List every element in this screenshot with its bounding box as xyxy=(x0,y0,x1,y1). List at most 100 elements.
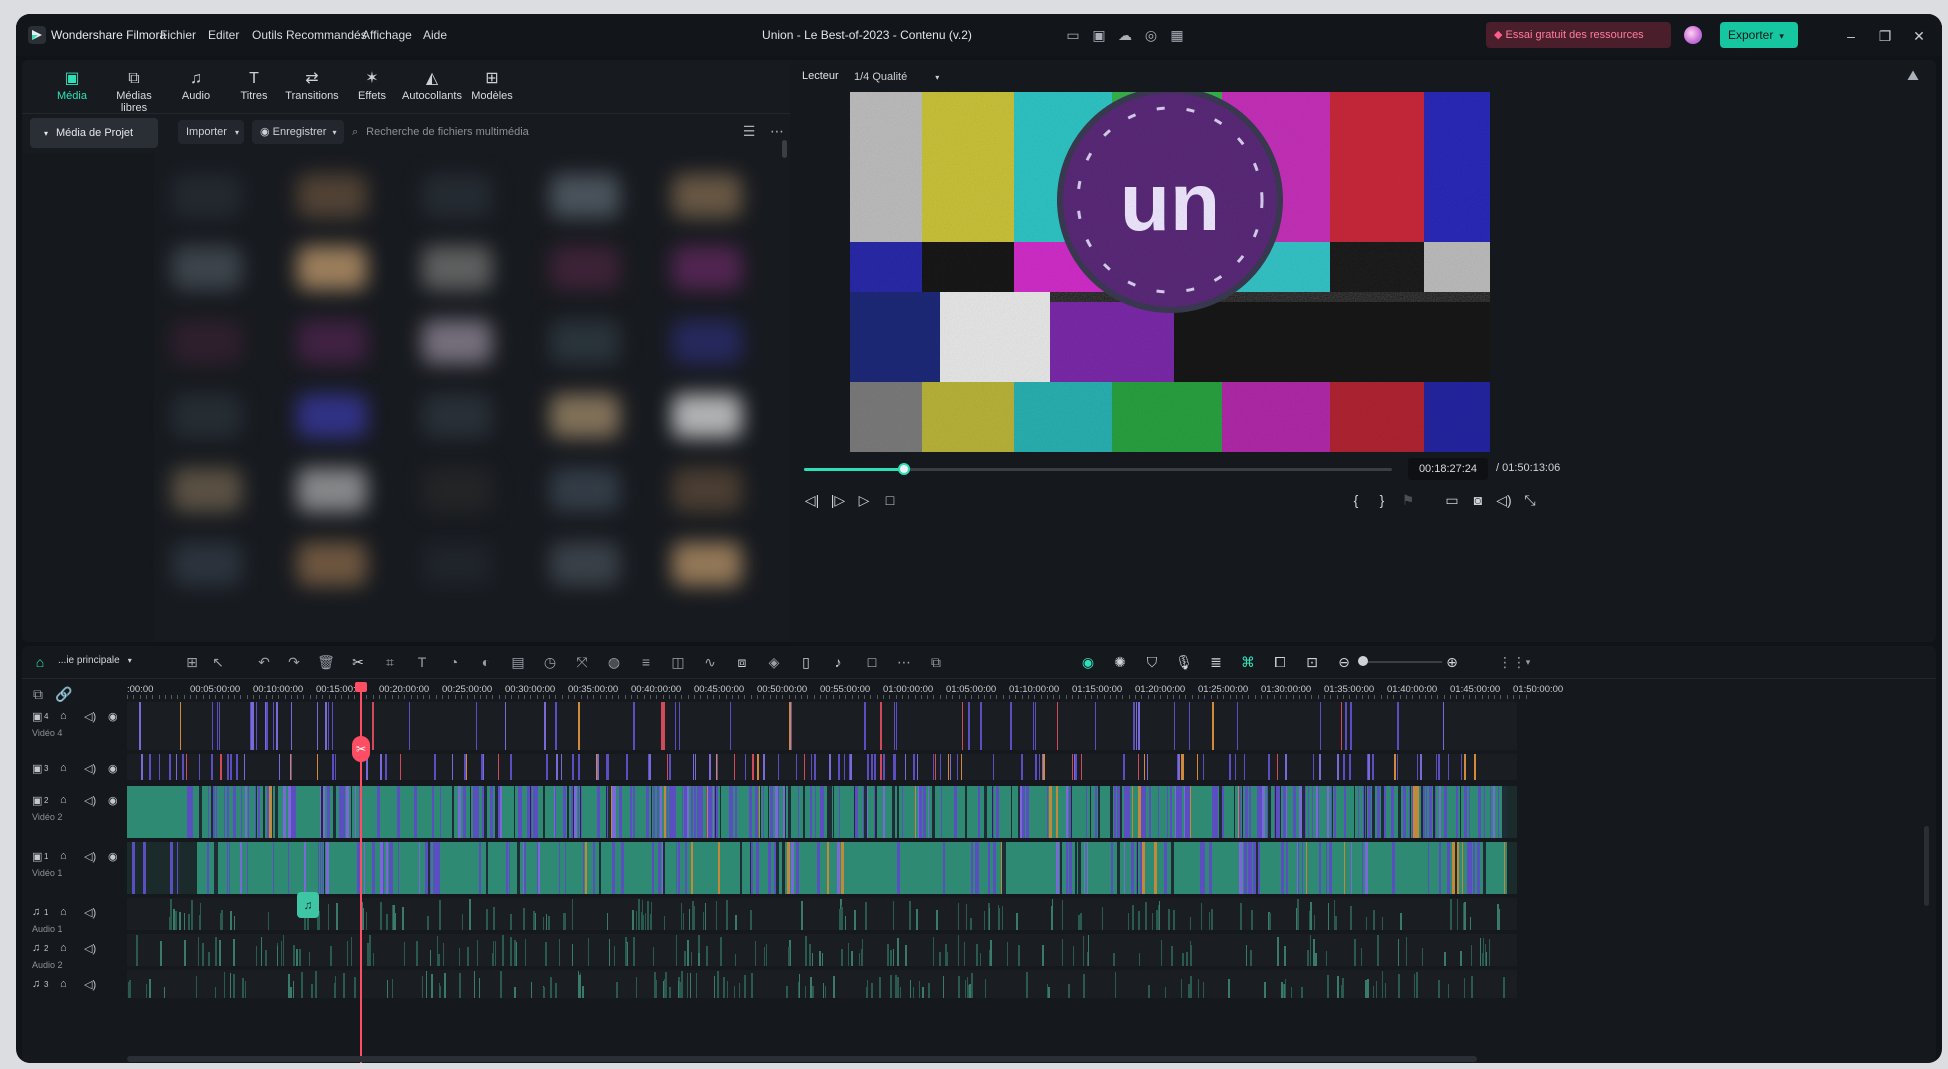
clip-segment[interactable] xyxy=(1074,754,1075,780)
clip-segment[interactable] xyxy=(913,754,915,780)
playhead-handle[interactable] xyxy=(355,682,367,692)
audio-clip-segment[interactable] xyxy=(427,916,429,930)
audio-clip-segment[interactable] xyxy=(1132,905,1134,930)
audio-clip-segment[interactable] xyxy=(1470,917,1471,930)
audio-clip-segment[interactable] xyxy=(1485,944,1486,966)
audio-clip-segment[interactable] xyxy=(936,910,938,930)
clip-segment[interactable] xyxy=(1285,754,1287,780)
audio-clip-segment[interactable] xyxy=(750,910,752,930)
clip-segment[interactable] xyxy=(1313,754,1314,780)
audio-clip-segment[interactable] xyxy=(268,912,269,930)
stabilize-icon[interactable]: ▤ xyxy=(508,652,528,672)
audio-clip-segment[interactable] xyxy=(810,977,812,998)
clip-segment[interactable] xyxy=(217,702,218,750)
audio-clip-segment[interactable] xyxy=(493,907,495,930)
audio-clip-segment[interactable] xyxy=(293,945,295,966)
audio-clip-segment[interactable] xyxy=(734,986,735,998)
media-thumbnail[interactable] xyxy=(422,394,492,438)
clip-segment[interactable] xyxy=(1095,702,1096,750)
audio-clip-segment[interactable] xyxy=(1497,904,1499,930)
audio-clip-segment[interactable] xyxy=(665,972,667,998)
audio-clip-segment[interactable] xyxy=(202,943,204,966)
tab-autocollants[interactable]: ◭ Autocollants xyxy=(400,68,464,102)
audio-clip-segment[interactable] xyxy=(404,942,405,966)
clip-segment[interactable] xyxy=(1183,754,1184,780)
clip-segment[interactable] xyxy=(850,754,852,780)
audio-clip-segment[interactable] xyxy=(696,980,697,998)
audio-clip-segment[interactable] xyxy=(170,910,171,930)
audio-clip-segment[interactable] xyxy=(609,939,610,966)
audio-clip-segment[interactable] xyxy=(964,942,965,966)
audio-clip-segment[interactable] xyxy=(467,947,469,966)
clip-segment[interactable] xyxy=(961,754,962,780)
visibility-eye-icon[interactable]: ◉ xyxy=(108,794,118,807)
track-lane[interactable] xyxy=(127,898,1517,930)
audio-clip-segment[interactable] xyxy=(654,972,656,998)
audio-clip-segment[interactable] xyxy=(439,986,441,998)
quality-dropdown[interactable]: 1/4 Qualité ▾ xyxy=(846,66,946,88)
audio-clip-segment[interactable] xyxy=(234,916,235,930)
clip-segment[interactable] xyxy=(476,702,477,750)
audio-clip-segment[interactable] xyxy=(990,940,992,966)
audio-clip-segment[interactable] xyxy=(283,935,284,966)
clip-segment[interactable] xyxy=(1464,754,1466,780)
audio-clip-segment[interactable] xyxy=(607,913,608,930)
clip-segment[interactable] xyxy=(1397,702,1399,750)
audio-clip-segment[interactable] xyxy=(909,901,911,930)
audio-clip-segment[interactable] xyxy=(839,909,841,930)
clip-segment[interactable] xyxy=(752,754,754,780)
audio-clip-segment[interactable] xyxy=(469,899,471,930)
clip-segment[interactable] xyxy=(276,702,278,750)
clip-segment[interactable] xyxy=(498,754,499,780)
clip-segment[interactable] xyxy=(1203,754,1204,780)
audio-clip-segment[interactable] xyxy=(910,980,911,998)
clip-segment[interactable] xyxy=(1368,754,1370,780)
audio-clip-segment[interactable] xyxy=(680,982,682,998)
audio-clip-segment[interactable] xyxy=(579,975,581,998)
play-icon[interactable]: ▷ xyxy=(854,490,874,510)
clip-segment[interactable] xyxy=(466,754,467,780)
clip-segment[interactable] xyxy=(317,754,318,780)
media-thumbnail[interactable] xyxy=(550,246,620,290)
audio-clip-segment[interactable] xyxy=(1354,939,1356,966)
clip-segment[interactable] xyxy=(332,754,334,780)
audio-clip-segment[interactable] xyxy=(1450,899,1452,930)
audio-clip-segment[interactable] xyxy=(559,939,560,966)
audio-clip-segment[interactable] xyxy=(928,983,930,998)
chevron-down-icon[interactable]: ▾ xyxy=(1518,652,1538,672)
audio-clip-segment[interactable] xyxy=(890,975,892,998)
audio-clip-segment[interactable] xyxy=(1186,952,1188,966)
clip-segment[interactable] xyxy=(317,702,318,750)
clip-segment[interactable] xyxy=(867,754,869,780)
clip-segment[interactable] xyxy=(626,754,628,780)
clip-segment[interactable] xyxy=(597,754,599,780)
media-thumbnail[interactable] xyxy=(297,468,367,512)
clip-segment[interactable] xyxy=(811,754,812,780)
audio-clip-segment[interactable] xyxy=(347,941,348,966)
audio-clip-segment[interactable] xyxy=(387,980,388,998)
clip-segment[interactable] xyxy=(968,702,970,750)
audio-clip-segment[interactable] xyxy=(1489,939,1490,966)
adjust-icon[interactable]: ≡ xyxy=(636,652,656,672)
audio-clip-segment[interactable] xyxy=(1416,972,1418,998)
audio-clip-segment[interactable] xyxy=(392,979,393,998)
audio-clip-segment[interactable] xyxy=(1422,948,1423,966)
audio-clip-segment[interactable] xyxy=(543,987,545,998)
audio-clip-segment[interactable] xyxy=(582,986,584,998)
audio-clip-segment[interactable] xyxy=(233,939,235,966)
audio-clip-segment[interactable] xyxy=(200,903,201,930)
clip-segment[interactable] xyxy=(815,754,816,780)
audio-clip-segment[interactable] xyxy=(965,980,966,998)
clip-segment[interactable] xyxy=(1035,754,1037,780)
undo-icon[interactable]: ↶ xyxy=(254,652,274,672)
audio-clip-segment[interactable] xyxy=(1406,937,1407,966)
audio-clip-segment[interactable] xyxy=(716,901,717,930)
audio-clip-segment[interactable] xyxy=(1083,936,1084,966)
fit-icon[interactable]: ⤧ xyxy=(572,652,592,672)
audio-clip-segment[interactable] xyxy=(1283,984,1284,998)
audio-clip-segment[interactable] xyxy=(191,900,193,930)
media-thumbnail[interactable] xyxy=(672,246,742,290)
display-icon[interactable]: ▭ xyxy=(1442,490,1462,510)
audio-clip-segment[interactable] xyxy=(694,906,695,930)
audio-clip-segment[interactable] xyxy=(196,976,197,998)
